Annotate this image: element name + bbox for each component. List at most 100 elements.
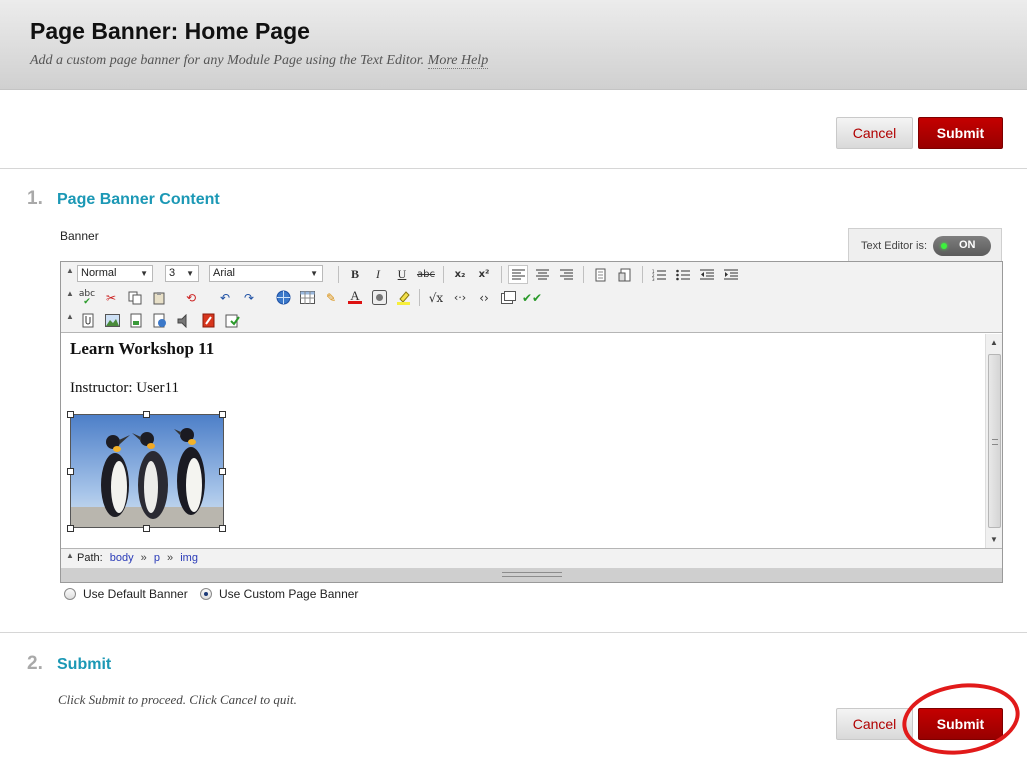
window-icon — [500, 291, 516, 304]
insert-mashup-button[interactable] — [150, 311, 170, 330]
italic-button[interactable]: I — [368, 265, 388, 284]
underline-button[interactable]: U — [392, 265, 412, 284]
resize-handle[interactable] — [219, 411, 226, 418]
embed-html-button[interactable]: ‹·› — [450, 288, 470, 307]
insert-checklist-button[interactable] — [222, 311, 242, 330]
copy-button[interactable] — [125, 288, 145, 307]
undo-icon: ↶ — [219, 290, 231, 305]
insert-link-button[interactable] — [273, 288, 293, 307]
content-instructor: Instructor: User11 — [70, 380, 179, 396]
strikethrough-button[interactable]: abc — [416, 265, 436, 284]
paragraph-format-value: Normal — [81, 267, 117, 279]
toolbar-separator — [583, 266, 584, 283]
path-item-p[interactable]: p — [154, 552, 160, 564]
path-separator: » — [167, 552, 174, 564]
resize-handle[interactable] — [67, 411, 74, 418]
unlink-button[interactable]: ⟲ — [181, 288, 201, 307]
cancel-button-top[interactable]: Cancel — [836, 117, 913, 149]
align-right-button[interactable] — [556, 265, 576, 284]
collapse-row-icon[interactable]: ▲ — [66, 289, 74, 298]
scrollbar-thumb[interactable] — [988, 354, 1001, 528]
bold-button[interactable]: B — [345, 265, 365, 284]
resize-handle[interactable] — [143, 525, 150, 532]
globe-icon — [276, 290, 290, 305]
editor-scrollbar[interactable]: ▲ ▼ — [985, 334, 1002, 548]
align-left-icon — [511, 269, 525, 280]
editor-content-area[interactable]: Learn Workshop 11 Instructor: User11 — [61, 334, 985, 548]
fullscreen-button[interactable] — [498, 288, 518, 307]
text-editor-state: ON — [959, 239, 976, 251]
option-custom-banner[interactable]: Use Custom Page Banner — [200, 585, 358, 603]
preview-button[interactable]: ✔✔ — [522, 288, 542, 307]
resize-handle[interactable] — [219, 525, 226, 532]
resize-handle[interactable] — [219, 468, 226, 475]
font-color-button[interactable]: A — [345, 288, 365, 307]
path-item-img[interactable]: img — [180, 552, 198, 564]
collapse-row-icon[interactable]: ▲ — [66, 312, 74, 321]
pencil-button[interactable]: ✎ — [321, 288, 341, 307]
paste-word-button[interactable] — [615, 265, 635, 284]
subscript-button[interactable]: x₂ — [450, 265, 470, 284]
resize-handle[interactable] — [67, 525, 74, 532]
insert-media-button[interactable] — [369, 288, 389, 307]
resize-handle[interactable] — [67, 468, 74, 475]
collapse-path-icon[interactable]: ▲ — [66, 551, 74, 560]
scroll-down-icon[interactable]: ▼ — [990, 535, 998, 544]
toolbar-row-3: ▲ — [61, 309, 1002, 332]
attach-file-button[interactable] — [78, 311, 98, 330]
text-editor-toggle: Text Editor is: ON — [848, 228, 1002, 262]
editor-resize-bar[interactable] — [61, 568, 1002, 582]
chevron-down-icon: ▼ — [140, 269, 148, 278]
document-icon — [595, 268, 606, 281]
undo-button[interactable]: ↶ — [215, 288, 235, 307]
highlight-button[interactable] — [393, 288, 413, 307]
square-root-icon: √x — [428, 290, 444, 305]
scroll-up-icon[interactable]: ▲ — [990, 338, 998, 347]
bullet-list-button[interactable] — [673, 265, 693, 284]
align-center-icon — [535, 269, 549, 280]
spellcheck-button[interactable]: abc ✔ — [77, 288, 97, 307]
rich-text-editor: ▲ Normal ▼ 3 ▼ Arial ▼ B I U abc x₂ x² 1… — [60, 261, 1003, 583]
cut-button[interactable]: ✂ — [101, 288, 121, 307]
numbered-list-button[interactable]: 123 — [649, 265, 669, 284]
resize-handle[interactable] — [143, 411, 150, 418]
penguins-illustration — [71, 415, 223, 527]
insert-table-button[interactable] — [297, 288, 317, 307]
insert-image-button[interactable] — [102, 311, 122, 330]
radio-custom-banner[interactable] — [200, 588, 212, 600]
page-header: Page Banner: Home Page Add a custom page… — [0, 0, 1027, 90]
penguins-image[interactable] — [70, 414, 224, 528]
align-left-button[interactable] — [508, 265, 528, 284]
toolbar-separator — [338, 266, 339, 283]
math-equation-button[interactable]: √x — [426, 288, 446, 307]
collapse-row-icon[interactable]: ▲ — [66, 266, 74, 275]
insert-audio-button[interactable] — [174, 311, 194, 330]
outdent-button[interactable] — [697, 265, 717, 284]
option-default-banner[interactable]: Use Default Banner — [64, 585, 188, 603]
font-size-select[interactable]: 3 ▼ — [165, 265, 199, 282]
toolbar-separator — [642, 266, 643, 283]
align-center-button[interactable] — [532, 265, 552, 284]
submit-instructions: Click Submit to proceed. Click Cancel to… — [58, 692, 297, 707]
radio-default-banner[interactable] — [64, 588, 76, 600]
submit-button-top[interactable]: Submit — [918, 117, 1003, 149]
font-family-select[interactable]: Arial ▼ — [209, 265, 323, 282]
table-icon — [299, 291, 315, 304]
text-editor-switch[interactable]: ON — [933, 236, 991, 256]
redo-button[interactable]: ↷ — [239, 288, 259, 307]
insert-flash-button[interactable] — [198, 311, 218, 330]
insert-media-file-button[interactable] — [126, 311, 146, 330]
font-color-icon: A — [350, 288, 360, 303]
chevron-down-icon: ▼ — [310, 269, 318, 278]
editor-toolbar: ▲ Normal ▼ 3 ▼ Arial ▼ B I U abc x₂ x² 1… — [61, 262, 1002, 333]
paragraph-format-select[interactable]: Normal ▼ — [77, 265, 153, 282]
paste-button[interactable] — [149, 288, 169, 307]
insert-file-button[interactable] — [591, 265, 611, 284]
superscript-button[interactable]: x² — [474, 265, 494, 284]
indent-button[interactable] — [721, 265, 741, 284]
audio-icon — [177, 313, 186, 328]
html-source-button[interactable]: ‹› — [474, 288, 494, 307]
path-item-body[interactable]: body — [110, 552, 134, 564]
more-help-link[interactable]: More Help — [427, 53, 489, 69]
bullet-list-icon — [676, 269, 690, 280]
